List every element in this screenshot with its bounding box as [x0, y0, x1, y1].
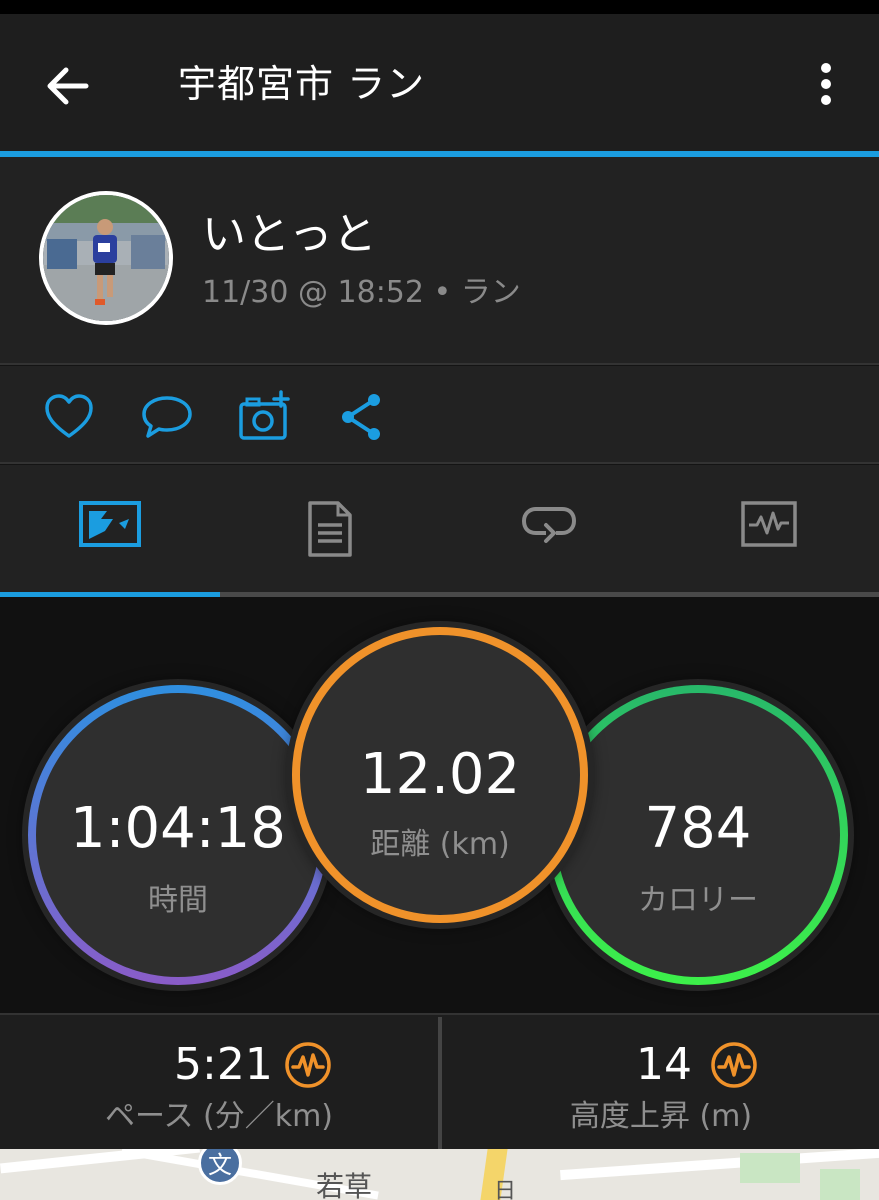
distance-label: 距離 (km) [370, 827, 510, 862]
loop-icon [522, 507, 577, 543]
distance-value: 12.02 [359, 742, 521, 807]
secondary-stats: 5:21 ペース (分／km) 14 高度上昇 (m) [0, 1013, 879, 1151]
activity-tabs [0, 465, 879, 597]
calories-value: 784 [644, 796, 752, 861]
page-title: 宇都宮市 ラン [178, 62, 426, 106]
map-road-label: 日 [494, 1179, 517, 1200]
activity-header: いとっと 11/30 @ 18:52 • ラン [0, 157, 879, 365]
pulse-icon [284, 1041, 332, 1089]
elevation-label: 高度上昇 (m) [569, 1099, 753, 1134]
time-stat-ring: 1:04:18 時間 [28, 685, 328, 985]
share-icon[interactable] [336, 390, 390, 444]
summary-stats: 1:04:18 時間 784 カロリー 12.02 距離 (km) [0, 597, 879, 1013]
activity-datetime-type: 11/30 @ 18:52 • ラン [202, 275, 521, 310]
map-place-label: 若草 [316, 1170, 373, 1200]
pulse-icon [710, 1041, 758, 1089]
chart-pulse-icon [741, 501, 797, 547]
avatar[interactable] [39, 191, 173, 325]
time-value: 1:04:18 [70, 796, 286, 861]
pace-stat[interactable]: 5:21 ペース (分／km) [0, 1015, 438, 1151]
school-marker-icon: 文 [198, 1149, 242, 1185]
back-arrow-icon[interactable] [40, 58, 96, 114]
distance-stat-ring: 12.02 距離 (km) [292, 627, 588, 923]
map-park [820, 1169, 860, 1200]
elevation-value: 14 [636, 1039, 692, 1090]
tab-charts[interactable] [659, 465, 879, 593]
social-actions-bar [0, 366, 879, 464]
document-list-icon [307, 501, 352, 557]
app-bar: 宇都宮市 ラン [0, 14, 879, 152]
tab-overview[interactable] [0, 465, 220, 593]
pace-label: ペース (分／km) [104, 1099, 334, 1134]
comment-icon[interactable] [140, 390, 194, 444]
more-options-icon[interactable] [800, 58, 852, 114]
elevation-stat[interactable]: 14 高度上昇 (m) [442, 1015, 879, 1151]
tab-laps[interactable] [440, 465, 660, 593]
tab-details[interactable] [220, 465, 440, 593]
time-label: 時間 [148, 883, 208, 918]
map-park [740, 1153, 800, 1183]
athlete-name[interactable]: いとっと [202, 207, 377, 263]
map-overview-icon [78, 501, 141, 547]
calories-stat-ring: 784 カロリー [548, 685, 848, 985]
add-photo-icon[interactable] [237, 390, 291, 444]
pace-value: 5:21 [174, 1039, 273, 1090]
heart-icon[interactable] [42, 390, 96, 444]
status-bar [0, 0, 879, 14]
route-map[interactable]: 文 若草 日 [0, 1149, 879, 1200]
calories-label: カロリー [638, 883, 758, 918]
